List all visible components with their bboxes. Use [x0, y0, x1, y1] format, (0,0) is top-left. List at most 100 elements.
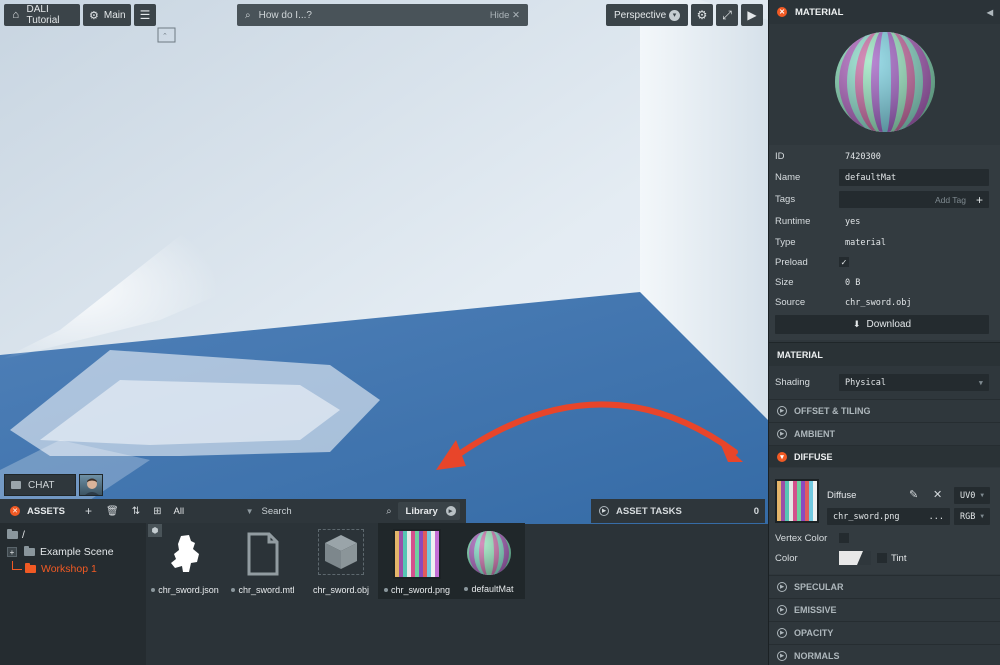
edit-icon[interactable]: ✎ — [909, 488, 918, 501]
ambient-section[interactable]: ▶ AMBIENT — [769, 422, 1000, 444]
expand-arrow-icon: ▶ — [777, 405, 787, 416]
name-label: Name — [775, 172, 801, 183]
runtime-value: yes — [845, 217, 861, 227]
asset-tile[interactable]: chr_sword.mtl — [224, 523, 302, 599]
gear-icon: ⚙ — [696, 8, 708, 22]
normals-section[interactable]: ▶ NORMALS — [769, 644, 1000, 665]
chevron-down-icon: ▼ — [245, 506, 254, 516]
tree-item-example-scene[interactable]: + Example Scene — [7, 543, 114, 561]
diffuse-texture-thumbnail[interactable] — [775, 479, 819, 523]
help-search[interactable]: ⌕ How do I...? Hide ✕ — [237, 4, 528, 26]
color-swatch[interactable] — [839, 551, 871, 565]
hide-help-button[interactable]: Hide ✕ — [490, 10, 520, 21]
asset-grid: ⬢ chr_sword.json chr_sword.mtl chr_sword… — [146, 523, 466, 665]
file-icon — [233, 529, 293, 579]
cube-icon — [318, 529, 364, 575]
color-label: Color — [775, 553, 798, 564]
opacity-section[interactable]: ▶ OPACITY — [769, 621, 1000, 643]
folder-icon — [7, 529, 18, 539]
caret-left-icon[interactable]: ◀ — [987, 8, 993, 17]
close-icon[interactable]: ✕ — [933, 488, 942, 501]
asset-name: chr_sword.json — [158, 585, 219, 595]
settings-button[interactable]: ⚙ — [691, 4, 713, 26]
help-search-input[interactable]: How do I...? — [251, 10, 490, 21]
asset-tile[interactable]: chr_sword.obj — [302, 523, 380, 599]
collapse-icon[interactable]: ✕ — [777, 7, 787, 17]
silhouette-graphic — [171, 535, 199, 572]
menu-button[interactable]: ☰ — [134, 4, 156, 26]
preload-checkbox[interactable]: ✓ — [839, 257, 849, 267]
diffuse-label: Diffuse — [827, 490, 857, 501]
scene-name: Main — [103, 9, 126, 21]
chevron-down-icon: ▼ — [980, 492, 984, 499]
specular-section[interactable]: ▶ SPECULAR — [769, 575, 1000, 597]
name-field[interactable]: defaultMat — [839, 169, 989, 186]
size-label: Size — [775, 277, 794, 288]
material-preview — [835, 32, 935, 132]
library-label: Library — [405, 505, 438, 517]
asset-tasks-title: ASSET TASKS — [616, 505, 682, 517]
grid-view-icon[interactable]: ⊞ — [153, 506, 161, 517]
tree-item-workshop[interactable]: Workshop 1 — [12, 560, 97, 578]
expand-icon[interactable]: + — [7, 547, 17, 557]
size-value: 0 B — [845, 278, 861, 288]
expand-arrow-icon: ▶ — [777, 428, 787, 439]
shading-value: Physical — [845, 377, 886, 388]
asset-tile-material[interactable]: defaultMat — [453, 523, 525, 599]
library-button[interactable]: Library ▸ — [397, 502, 460, 520]
asset-tile[interactable]: chr_sword.png — [378, 523, 456, 599]
tree-item-root[interactable]: / — [7, 526, 25, 544]
material-sphere-icon — [467, 531, 511, 575]
browse-button[interactable]: ... — [929, 512, 944, 522]
id-label: ID — [775, 151, 785, 162]
assets-panel: ✕ ASSETS + 🗑 ⇅ ⊞ All ▼ Search ⌕ Library … — [0, 499, 466, 665]
collapse-icon[interactable]: ✕ — [10, 506, 20, 516]
scene-settings-button[interactable]: ⚙ Main — [83, 4, 131, 26]
vertex-color-checkbox[interactable] — [839, 533, 849, 543]
name-value: defaultMat — [845, 172, 897, 183]
tags-label: Tags — [775, 194, 796, 205]
material-section-header: MATERIAL — [769, 342, 1000, 366]
tint-label: Tint — [891, 553, 907, 564]
search-icon: ⌕ — [386, 505, 392, 517]
add-icon[interactable]: + — [85, 504, 92, 518]
section-title: DIFFUSE — [794, 451, 833, 462]
asset-tasks-panel[interactable]: ▶ ASSET TASKS 0 — [591, 499, 765, 523]
avatar[interactable] — [79, 474, 103, 496]
asset-search-input[interactable]: Search ⌕ — [262, 502, 392, 520]
channel-select[interactable]: RGB ▼ — [954, 508, 990, 525]
add-tag-icon[interactable]: + — [976, 193, 983, 207]
scene-viewport[interactable]: ⌃ ⌂ DALI Tutorial ⚙ Main ☰ ⌕ How do I...… — [0, 0, 768, 524]
home-icon: ⌂ — [12, 9, 20, 21]
asset-tile[interactable]: chr_sword.json — [146, 523, 224, 599]
chat-button[interactable]: CHAT — [4, 474, 76, 496]
project-button[interactable]: ⌂ DALI Tutorial — [4, 4, 80, 26]
shading-select[interactable]: Physical ▼ — [839, 374, 989, 391]
section-title: SPECULAR — [794, 581, 844, 592]
expand-arrow-icon: ▶ — [599, 506, 609, 516]
camera-select[interactable]: Perspective ▾ — [606, 4, 688, 26]
inspector-header: ✕ MATERIAL ◀ — [769, 0, 1000, 24]
uv-select[interactable]: UV0 ▼ — [954, 487, 990, 504]
download-button[interactable]: ⬇ Download — [775, 315, 989, 334]
source-value: chr_sword.obj — [845, 298, 912, 308]
type-value: material — [845, 238, 886, 248]
tags-field[interactable]: Add Tag + — [839, 191, 989, 208]
emissive-section[interactable]: ▶ EMISSIVE — [769, 598, 1000, 620]
download-label: Download — [866, 319, 912, 330]
section-title: NORMALS — [794, 650, 840, 661]
folder-icon — [25, 563, 36, 573]
play-button[interactable]: ▶ — [741, 4, 763, 26]
offset-tiling-section[interactable]: ▶ OFFSET & TILING — [769, 399, 1000, 421]
camera-label: Perspective — [614, 9, 667, 21]
asset-tasks-count: 0 — [753, 505, 759, 517]
diffuse-section[interactable]: ▾ DIFFUSE — [769, 445, 1000, 467]
type-filter-select[interactable]: All ▼ — [174, 502, 254, 520]
sort-icon[interactable]: ⇅ — [132, 506, 140, 517]
tree-item-label: Example Scene — [40, 546, 114, 558]
gear-icon: ⚙ — [89, 9, 99, 22]
tint-checkbox[interactable] — [877, 553, 887, 563]
diffuse-map-field[interactable]: chr_sword.png ... — [827, 508, 950, 525]
trash-icon[interactable]: 🗑 — [106, 506, 119, 517]
fullscreen-button[interactable]: ⤢ — [716, 4, 738, 26]
